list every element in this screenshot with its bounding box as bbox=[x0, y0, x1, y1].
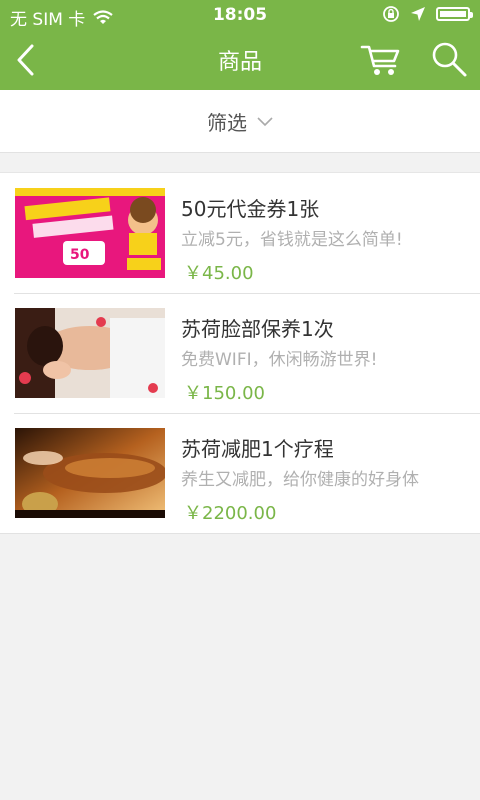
product-item-voucher[interactable]: 50 50元代金券1张 立减5元，省钱就是这么简单! ￥45.00 bbox=[0, 173, 480, 293]
product-subtitle: 立减5元，省钱就是这么简单! bbox=[181, 230, 403, 250]
app-header: 无 SIM 卡 18:05 商品 bbox=[0, 0, 480, 90]
page-title: 商品 bbox=[217, 50, 262, 75]
facial-image bbox=[15, 308, 165, 398]
filter-label: 筛选 bbox=[207, 110, 247, 135]
product-subtitle: 养生又减肥，给你健康的好身体 bbox=[181, 470, 419, 490]
product-title: 苏荷减肥1个疗程 bbox=[181, 437, 334, 461]
cart-icon[interactable] bbox=[360, 42, 402, 78]
product-title: 50元代金券1张 bbox=[181, 197, 320, 221]
status-right bbox=[382, 5, 473, 23]
status-bar: 无 SIM 卡 18:05 bbox=[0, 0, 480, 30]
product-title: 苏荷脸部保养1次 bbox=[181, 317, 334, 341]
product-thumbnail bbox=[15, 428, 165, 518]
product-price: ￥150.00 bbox=[184, 383, 265, 404]
product-subtitle: 免费WIFI，休闲畅游世界! bbox=[181, 350, 378, 370]
product-price: ￥2200.00 bbox=[184, 503, 277, 524]
slimming-image bbox=[15, 428, 165, 518]
voucher-image: 50 bbox=[15, 188, 165, 278]
product-thumbnail bbox=[15, 308, 165, 398]
product-list: 50 50元代金券1张 立减5元，省钱就是这么简单! ￥45.00 苏荷脸部保养… bbox=[0, 172, 480, 534]
product-thumbnail: 50 bbox=[15, 188, 165, 278]
nav-bar: 商品 bbox=[0, 30, 480, 90]
filter-dropdown[interactable]: 筛选 bbox=[0, 90, 480, 153]
product-price: ￥45.00 bbox=[184, 263, 254, 284]
rotation-lock-icon bbox=[383, 6, 399, 22]
chevron-down-icon bbox=[257, 117, 273, 127]
search-icon[interactable] bbox=[430, 40, 468, 78]
product-item-facial[interactable]: 苏荷脸部保养1次 免费WIFI，休闲畅游世界! ￥150.00 bbox=[0, 293, 480, 413]
battery-icon bbox=[436, 7, 473, 21]
svg-text:50: 50 bbox=[70, 247, 90, 263]
location-arrow-icon bbox=[411, 7, 425, 21]
product-item-slimming[interactable]: 苏荷减肥1个疗程 养生又减肥，给你健康的好身体 ￥2200.00 bbox=[0, 413, 480, 533]
